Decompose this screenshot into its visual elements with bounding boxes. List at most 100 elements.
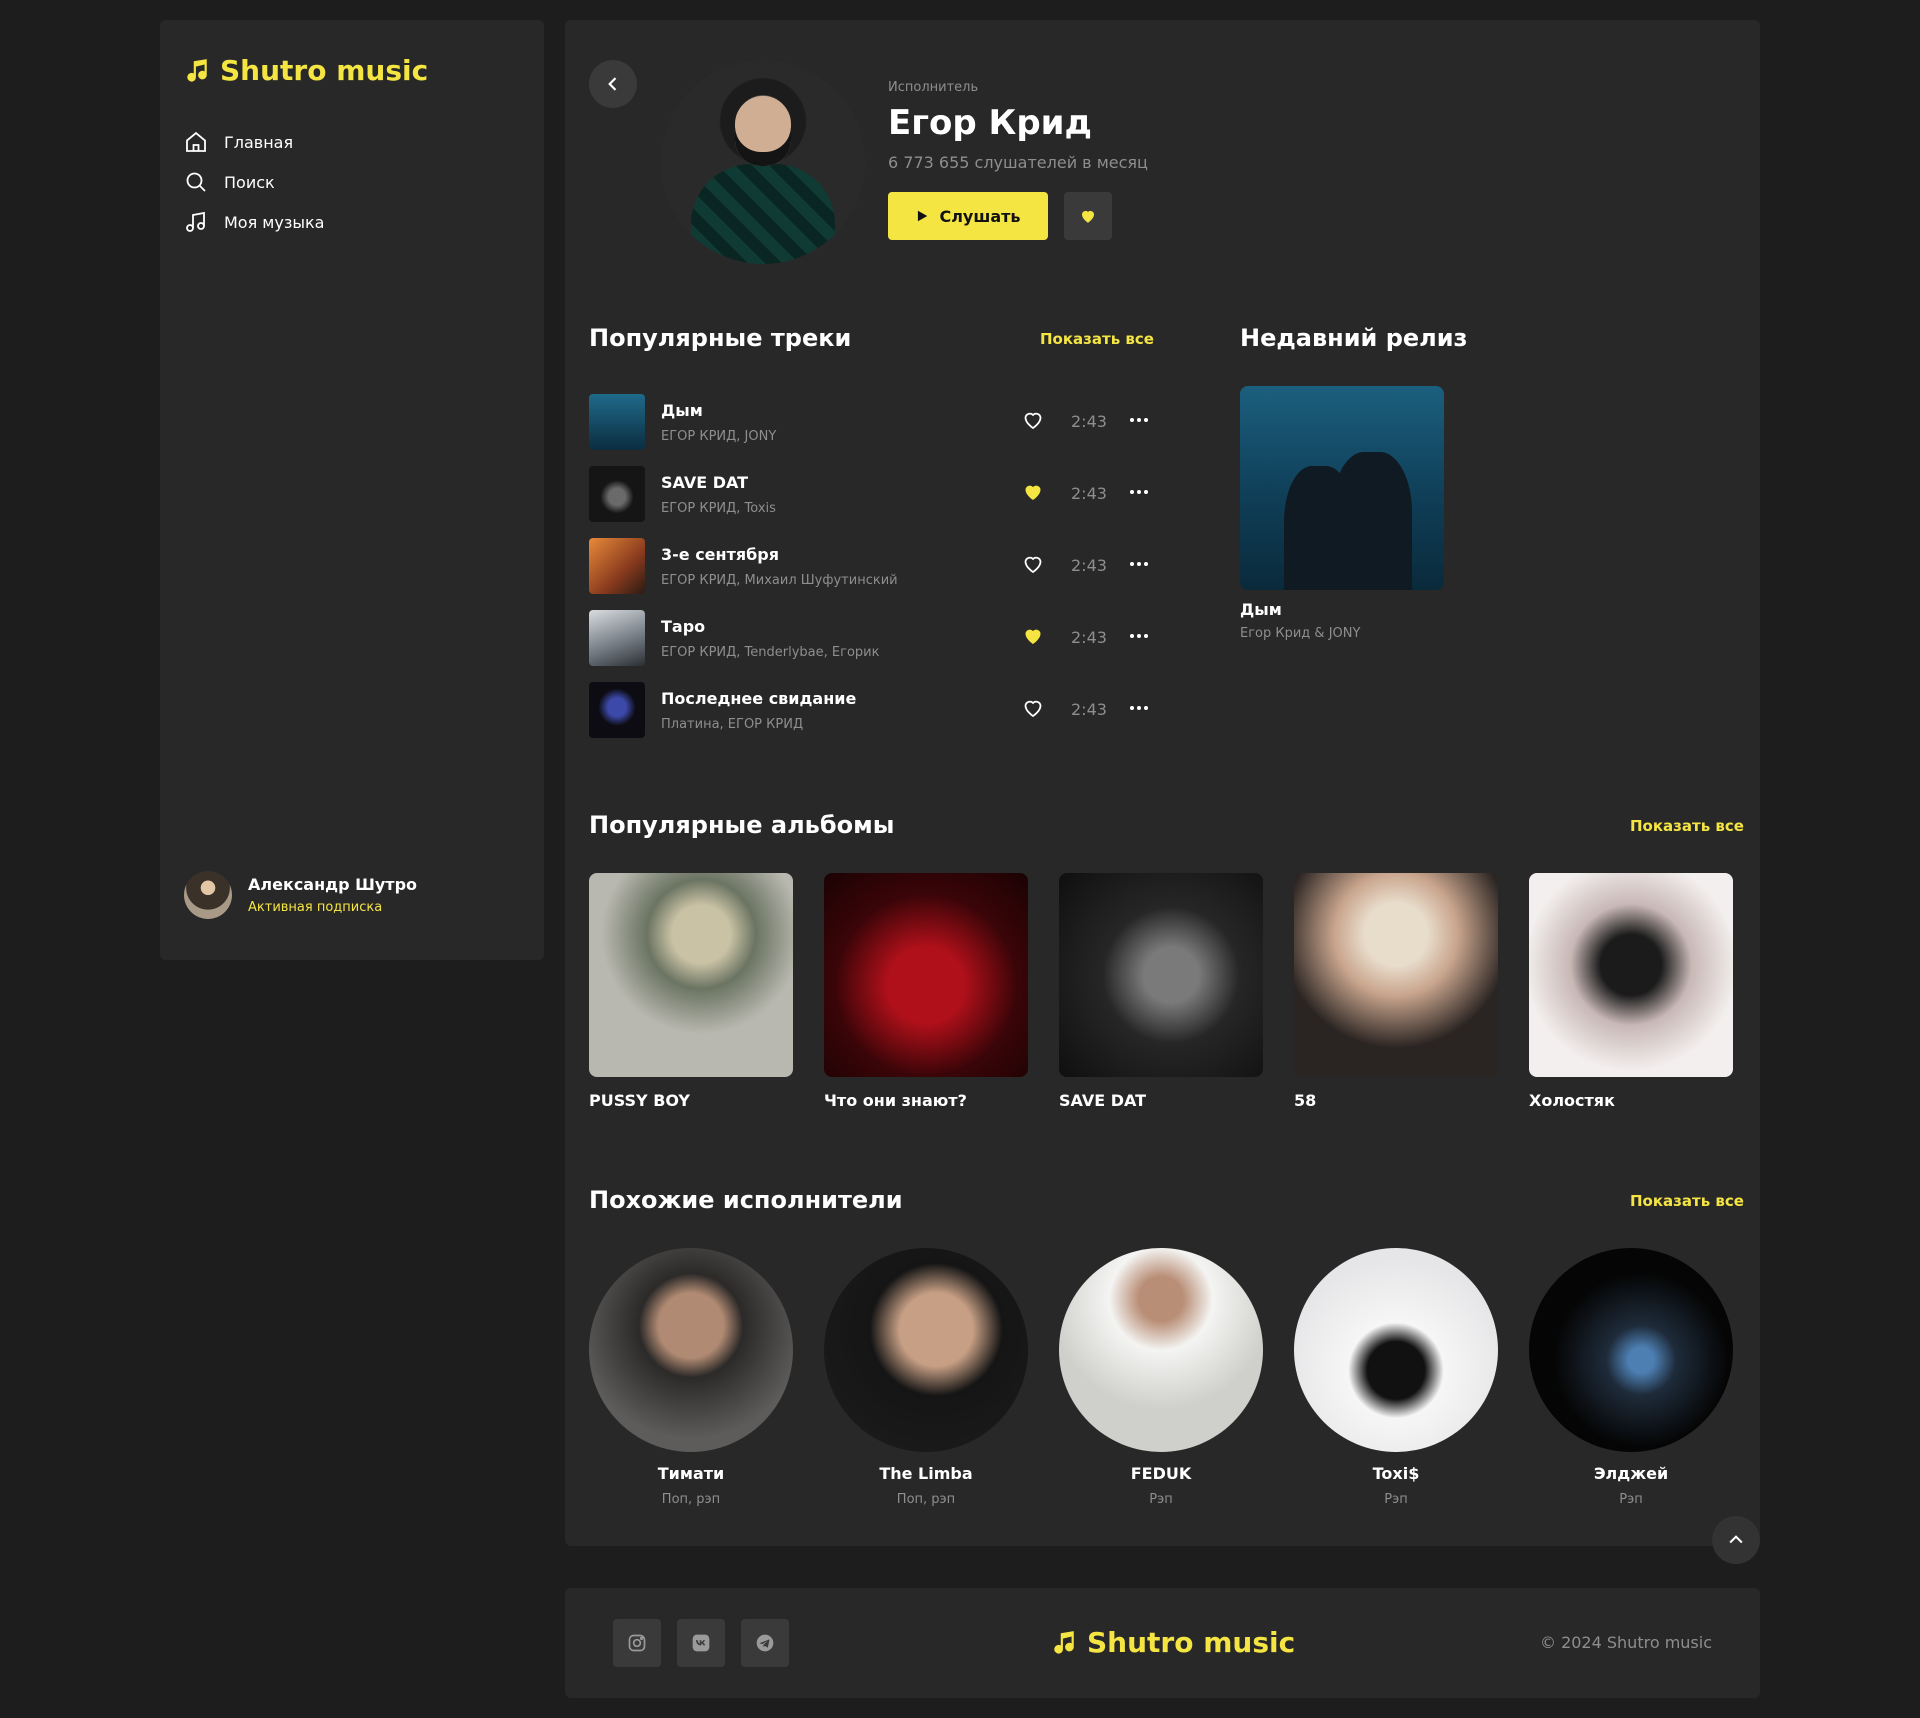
subscription-status: Активная подписка bbox=[248, 900, 383, 915]
telegram-icon bbox=[756, 1634, 774, 1652]
recent-release-artists: Егор Крид & JONY bbox=[1240, 626, 1361, 641]
sidebar-item-label: Поиск bbox=[224, 172, 275, 192]
show-all-albums-link[interactable]: Показать все bbox=[1630, 817, 1744, 835]
album-cover bbox=[1059, 873, 1263, 1077]
track-row[interactable]: Таро ЕГОР КРИД, Tenderlybae, Егорик 2:43 bbox=[589, 602, 1149, 674]
sidebar-item-search[interactable]: Поиск bbox=[184, 162, 324, 202]
more-options-icon[interactable] bbox=[1127, 696, 1151, 720]
album-card[interactable]: SAVE DAT bbox=[1059, 873, 1263, 1110]
album-card[interactable]: PUSSY BOY bbox=[589, 873, 793, 1110]
heart-outline-icon[interactable] bbox=[1021, 696, 1045, 720]
play-icon bbox=[918, 210, 928, 222]
listen-label: Слушать bbox=[939, 206, 1021, 226]
similar-artists-title: Похожие исполнители bbox=[589, 1186, 903, 1214]
listen-button[interactable]: Слушать bbox=[888, 192, 1048, 240]
album-card[interactable]: Что они знают? bbox=[824, 873, 1028, 1110]
artist-card[interactable]: Toxi$ Рэп bbox=[1294, 1248, 1498, 1507]
copyright: © 2024 Shutro music bbox=[1539, 1633, 1712, 1652]
album-card[interactable]: Холостяк bbox=[1529, 873, 1733, 1110]
artist-name: Тимати bbox=[657, 1464, 725, 1483]
search-icon bbox=[186, 172, 206, 192]
telegram-link[interactable] bbox=[741, 1619, 789, 1667]
more-options-icon[interactable] bbox=[1127, 480, 1151, 504]
show-all-tracks-link[interactable]: Показать все bbox=[1040, 330, 1154, 348]
footer: Shutro music © 2024 Shutro music bbox=[565, 1588, 1760, 1698]
artist-card[interactable]: FEDUK Рэп bbox=[1059, 1248, 1263, 1507]
artist-genre: Рэп bbox=[1619, 1492, 1643, 1507]
track-row[interactable]: SAVE DAT ЕГОР КРИД, Toxis 2:43 bbox=[589, 458, 1149, 530]
track-list: Дым ЕГОР КРИД, JONY 2:43 SAVE DAT ЕГОР К… bbox=[589, 386, 1149, 746]
artist-genre: Поп, рэп bbox=[896, 1492, 956, 1507]
album-card[interactable]: 58 bbox=[1294, 873, 1498, 1110]
sidebar-item-home[interactable]: Главная bbox=[184, 122, 324, 162]
popular-tracks-title: Популярные треки bbox=[589, 324, 852, 352]
chevron-up-icon bbox=[1729, 1535, 1743, 1544]
track-duration: 2:43 bbox=[1071, 556, 1107, 575]
artist-name: The Limba bbox=[879, 1464, 973, 1483]
show-all-artists-link[interactable]: Показать все bbox=[1630, 1192, 1744, 1210]
artist-card[interactable]: Тимати Поп, рэп bbox=[589, 1248, 793, 1507]
heart-filled-icon[interactable] bbox=[1021, 624, 1045, 648]
app-logo[interactable]: Shutro music bbox=[184, 54, 428, 87]
track-cover bbox=[589, 538, 645, 594]
footer-logo[interactable]: Shutro music bbox=[1051, 1626, 1295, 1659]
track-row[interactable]: Дым ЕГОР КРИД, JONY 2:43 bbox=[589, 386, 1149, 458]
artist-avatar bbox=[824, 1248, 1028, 1452]
artist-avatar bbox=[1529, 1248, 1733, 1452]
more-options-icon[interactable] bbox=[1127, 624, 1151, 648]
track-duration: 2:43 bbox=[1071, 628, 1107, 647]
artist-name: FEDUK bbox=[1130, 1464, 1192, 1483]
track-row[interactable]: Последнее свидание Платина, ЕГОР КРИД 2:… bbox=[589, 674, 1149, 746]
chevron-left-icon bbox=[608, 77, 617, 91]
footer-app-name: Shutro music bbox=[1087, 1626, 1296, 1659]
album-list: PUSSY BOY Что они знают? SAVE DAT 58 Хол… bbox=[589, 873, 1733, 1110]
album-cover bbox=[1529, 873, 1733, 1077]
track-cover bbox=[589, 682, 645, 738]
recent-release-title: Недавний релиз bbox=[1240, 324, 1468, 352]
album-cover bbox=[1294, 873, 1498, 1077]
track-cover bbox=[589, 610, 645, 666]
artist-avatar bbox=[589, 1248, 793, 1452]
monthly-listeners: 6 773 655 слушателей в месяц bbox=[888, 153, 1148, 172]
back-button[interactable] bbox=[589, 60, 637, 108]
artist-header: Исполнитель Егор Крид 6 773 655 слушател… bbox=[888, 80, 1148, 240]
track-duration: 2:43 bbox=[1071, 700, 1107, 719]
track-row[interactable]: 3-е сентября ЕГОР КРИД, Михаил Шуфутинск… bbox=[589, 530, 1149, 602]
more-options-icon[interactable] bbox=[1127, 408, 1151, 432]
artist-avatar bbox=[1294, 1248, 1498, 1452]
recent-release-cover[interactable] bbox=[1240, 386, 1444, 590]
artist-avatar bbox=[1059, 1248, 1263, 1452]
artist-genre: Рэп bbox=[1384, 1492, 1408, 1507]
artist-card[interactable]: Элджей Рэп bbox=[1529, 1248, 1733, 1507]
artist-kind: Исполнитель bbox=[888, 80, 979, 95]
avatar bbox=[184, 871, 232, 919]
heart-filled-icon[interactable] bbox=[1021, 480, 1045, 504]
artist-card[interactable]: The Limba Поп, рэп bbox=[824, 1248, 1028, 1507]
track-duration: 2:43 bbox=[1071, 484, 1107, 503]
album-title: SAVE DAT bbox=[1059, 1091, 1147, 1110]
favorite-artist-button[interactable] bbox=[1064, 192, 1112, 240]
music-note-icon bbox=[187, 58, 207, 82]
heart-filled-icon bbox=[1082, 210, 1094, 223]
app-name: Shutro music bbox=[220, 54, 429, 87]
recent-release-name[interactable]: Дым bbox=[1240, 600, 1282, 619]
artist-name: Элджей bbox=[1593, 1464, 1669, 1483]
instagram-icon bbox=[628, 1634, 646, 1652]
vk-link[interactable] bbox=[677, 1619, 725, 1667]
instagram-link[interactable] bbox=[613, 1619, 661, 1667]
album-title: PUSSY BOY bbox=[589, 1091, 691, 1110]
album-title: Холостяк bbox=[1529, 1091, 1615, 1110]
music-note-icon bbox=[1054, 1630, 1074, 1654]
more-options-icon[interactable] bbox=[1127, 552, 1151, 576]
track-cover bbox=[589, 466, 645, 522]
vk-icon bbox=[692, 1634, 710, 1652]
user-profile[interactable]: Александр Шутро Активная подписка bbox=[184, 871, 417, 919]
sidebar-item-my-music[interactable]: Моя музыка bbox=[184, 202, 324, 242]
user-name: Александр Шутро bbox=[248, 875, 418, 894]
artist-name: Toxi$ bbox=[1372, 1464, 1420, 1483]
album-cover bbox=[824, 873, 1028, 1077]
heart-outline-icon[interactable] bbox=[1021, 552, 1045, 576]
scroll-to-top-button[interactable] bbox=[1712, 1516, 1760, 1564]
main-content: Исполнитель Егор Крид 6 773 655 слушател… bbox=[565, 20, 1760, 1546]
heart-outline-icon[interactable] bbox=[1021, 408, 1045, 432]
